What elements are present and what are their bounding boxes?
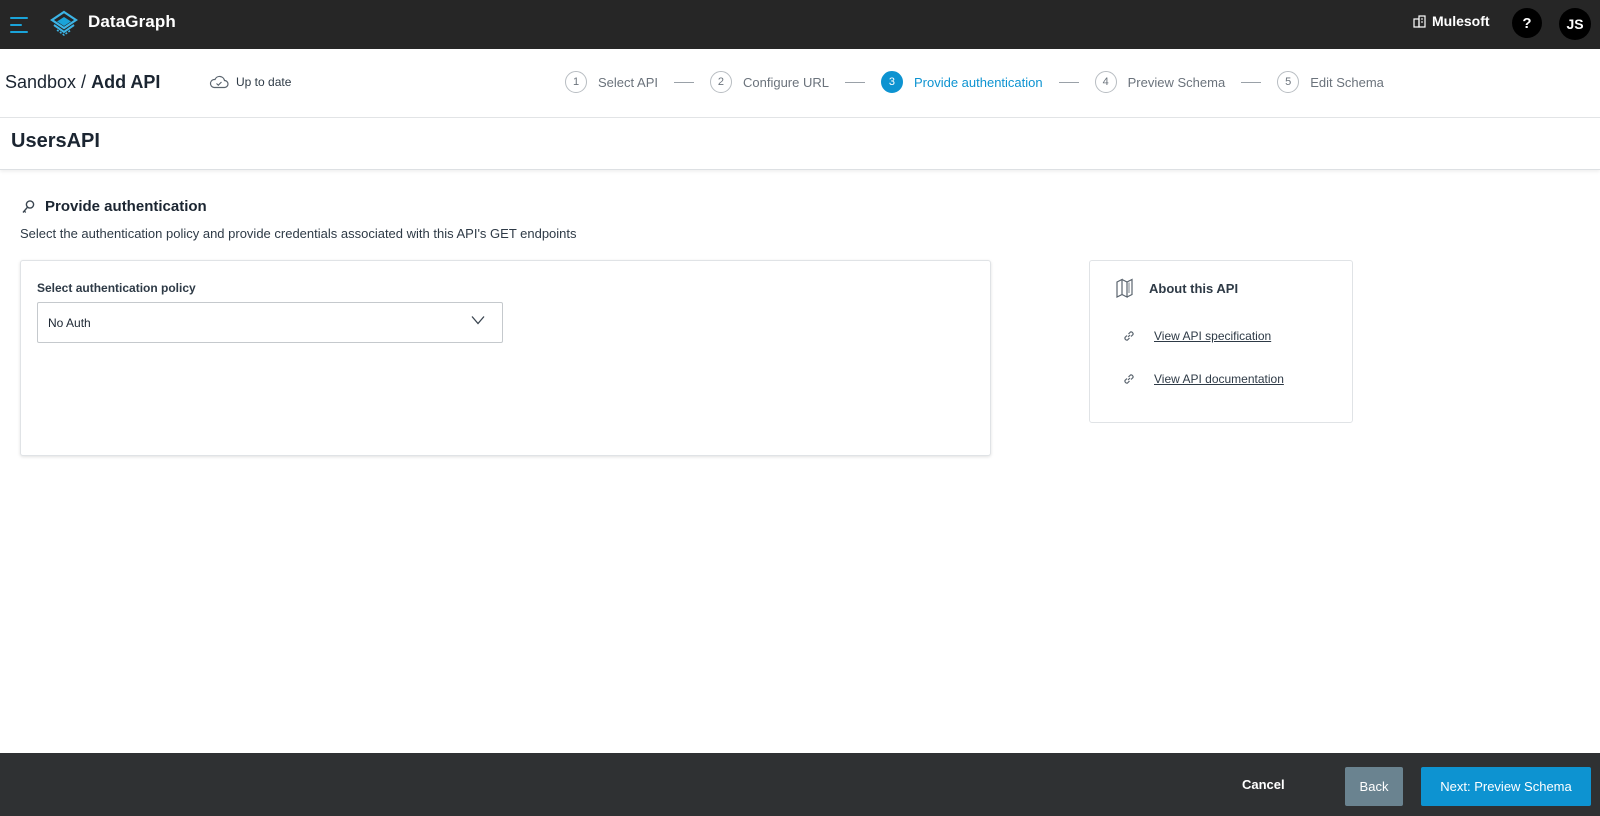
wizard-footer: Cancel Back Next: Preview Schema bbox=[0, 753, 1600, 816]
next-preview-schema-button[interactable]: Next: Preview Schema bbox=[1421, 767, 1591, 806]
link-icon bbox=[1124, 331, 1134, 341]
section-title: Provide authentication bbox=[45, 198, 207, 215]
auth-policy-select[interactable]: No Auth bbox=[37, 302, 503, 343]
page-header: Sandbox / Add API Up to date 1 Select AP… bbox=[0, 49, 1600, 118]
sync-status: Up to date bbox=[209, 75, 291, 89]
step-provide-authentication[interactable]: 3 Provide authentication bbox=[880, 71, 1043, 93]
link-icon bbox=[1124, 374, 1134, 384]
link-label: View API specification bbox=[1154, 329, 1272, 343]
breadcrumb: Sandbox / Add API bbox=[5, 72, 160, 93]
cancel-button[interactable]: Cancel bbox=[1224, 765, 1303, 804]
section-description: Select the authentication policy and pro… bbox=[20, 226, 577, 241]
sync-status-text: Up to date bbox=[236, 75, 292, 89]
step-select-api[interactable]: 1 Select API bbox=[565, 71, 658, 93]
breadcrumb-parent[interactable]: Sandbox / bbox=[5, 72, 86, 92]
about-api-panel: About this API View API specification Vi… bbox=[1089, 260, 1353, 423]
about-api-title: About this API bbox=[1149, 280, 1239, 296]
step-label: Edit Schema bbox=[1310, 74, 1384, 90]
step-divider bbox=[1058, 81, 1079, 83]
page-title: UsersAPI bbox=[11, 130, 100, 152]
wizard-stepper: 1 Select API 2 Configure URL 3 Provide a… bbox=[565, 71, 1384, 93]
building-icon bbox=[1413, 14, 1426, 28]
org-name: Mulesoft bbox=[1432, 13, 1490, 29]
user-avatar[interactable]: JS bbox=[1559, 8, 1591, 40]
step-number: 1 bbox=[565, 71, 587, 93]
book-icon bbox=[1116, 278, 1133, 298]
api-title-bar: UsersAPI bbox=[0, 118, 1600, 170]
section-header: Provide authentication bbox=[20, 198, 207, 215]
auth-policy-value: No Auth bbox=[48, 316, 91, 330]
app-brand-name: DataGraph bbox=[88, 12, 176, 31]
authentication-card: Select authentication policy No Auth bbox=[20, 260, 991, 456]
policy-field-label: Select authentication policy bbox=[37, 281, 196, 295]
top-navigation-bar: DataGraph Mulesoft ? JS bbox=[0, 0, 1600, 49]
hamburger-menu-icon[interactable] bbox=[10, 12, 30, 36]
step-label: Provide authentication bbox=[913, 74, 1043, 90]
help-button[interactable]: ? bbox=[1512, 8, 1542, 38]
view-api-documentation-link[interactable]: View API documentation bbox=[1122, 372, 1284, 386]
step-number: 3 bbox=[880, 71, 903, 93]
step-configure-url[interactable]: 2 Configure URL bbox=[709, 71, 829, 93]
chevron-down-icon bbox=[471, 316, 485, 325]
step-label: Preview Schema bbox=[1127, 74, 1226, 90]
step-number: 2 bbox=[709, 71, 732, 93]
step-divider bbox=[844, 81, 865, 83]
step-number: 4 bbox=[1094, 71, 1117, 93]
cloud-check-icon bbox=[209, 75, 229, 89]
key-icon bbox=[22, 199, 35, 213]
link-label: View API documentation bbox=[1154, 372, 1284, 386]
step-preview-schema[interactable]: 4 Preview Schema bbox=[1094, 71, 1226, 93]
step-label: Select API bbox=[598, 74, 658, 90]
step-divider bbox=[673, 81, 694, 83]
step-number: 5 bbox=[1277, 71, 1300, 93]
about-api-header: About this API bbox=[1115, 278, 1238, 298]
org-switcher[interactable]: Mulesoft bbox=[1413, 13, 1490, 29]
datagraph-logo-icon bbox=[50, 10, 78, 36]
step-divider bbox=[1241, 81, 1262, 83]
step-edit-schema[interactable]: 5 Edit Schema bbox=[1277, 71, 1384, 93]
breadcrumb-current: Add API bbox=[91, 72, 161, 92]
view-api-specification-link[interactable]: View API specification bbox=[1122, 329, 1271, 343]
step-label: Configure URL bbox=[742, 74, 829, 90]
back-button[interactable]: Back bbox=[1345, 767, 1403, 806]
